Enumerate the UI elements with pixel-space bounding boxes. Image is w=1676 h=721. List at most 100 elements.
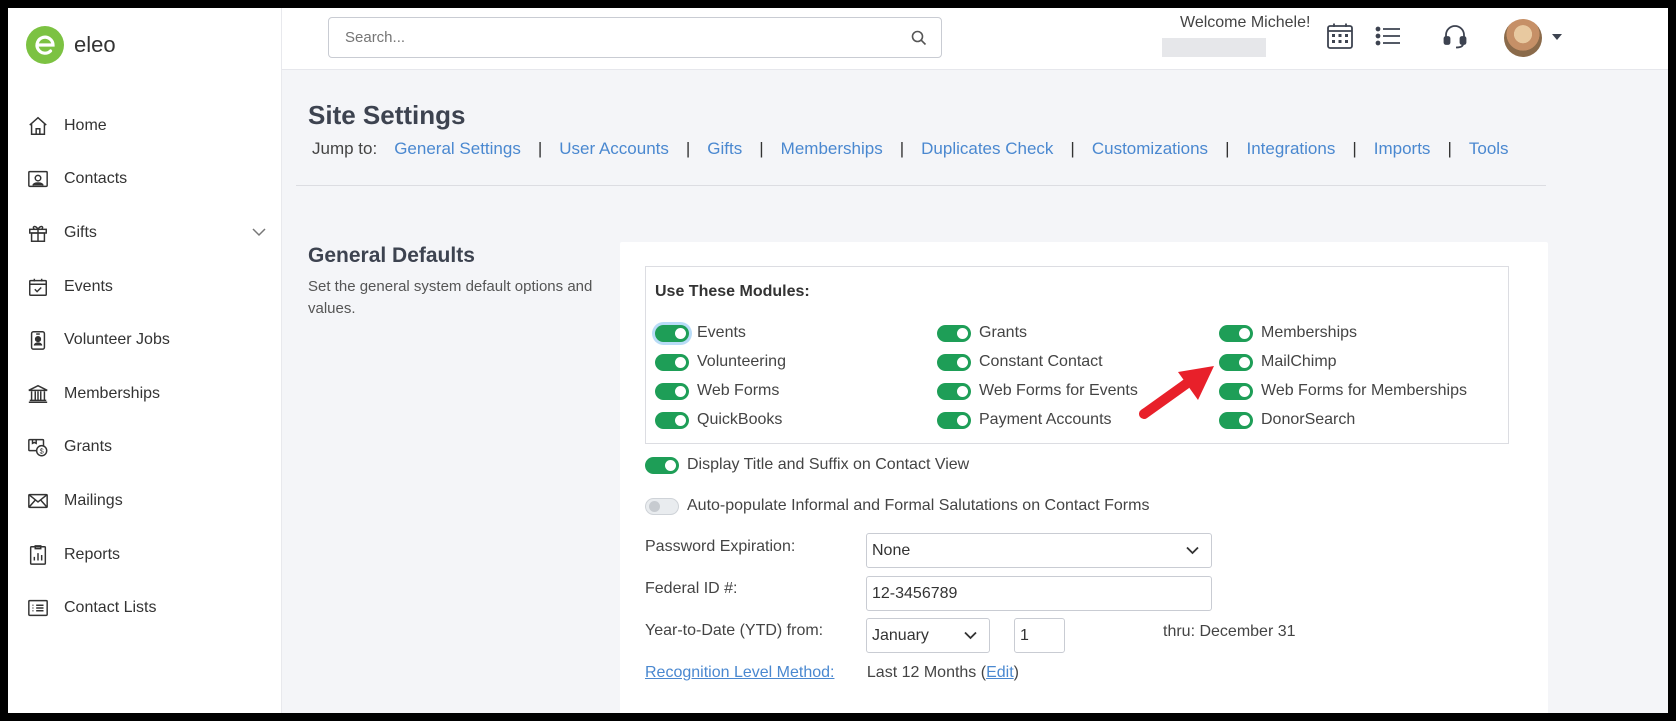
section-description: Set the general system default options a…: [308, 278, 593, 317]
module-web-forms-memberships: Web Forms for Memberships: [1219, 382, 1467, 400]
recognition-level-link[interactable]: Recognition Level Method:: [645, 664, 834, 681]
section-divider: [296, 185, 1546, 186]
federal-id-field[interactable]: 12-3456789: [866, 576, 1212, 611]
ytd-month-select[interactable]: January: [866, 618, 990, 653]
recognition-edit-link[interactable]: Edit: [986, 664, 1014, 681]
module-label: Grants: [979, 324, 1028, 341]
module-label: Memberships: [1261, 324, 1358, 341]
module-label: MailChimp: [1261, 353, 1337, 370]
jump-separator: |: [1352, 139, 1357, 158]
jump-separator: |: [685, 139, 691, 158]
home-icon: [26, 114, 50, 138]
select-value: January: [872, 626, 929, 644]
toggle-switch[interactable]: [655, 411, 689, 429]
module-events: Events: [655, 324, 746, 342]
sidebar-item-reports[interactable]: Reports: [8, 528, 282, 582]
toggle-switch[interactable]: [655, 382, 689, 400]
password-expiration-select[interactable]: None: [866, 533, 1212, 568]
jump-link-integrations[interactable]: Integrations: [1246, 139, 1335, 159]
search-box: [328, 17, 942, 58]
toggle-switch[interactable]: [937, 411, 971, 429]
jump-separator: |: [537, 139, 543, 158]
toggle-switch[interactable]: [655, 353, 689, 371]
sidebar-item-volunteer-jobs[interactable]: Volunteer Jobs: [8, 313, 282, 367]
sidebar-item-label: Mailings: [64, 491, 123, 509]
jump-link-user-accounts[interactable]: User Accounts: [559, 139, 669, 159]
jump-separator: |: [1447, 139, 1452, 158]
toggle-switch[interactable]: [1219, 353, 1253, 371]
sidebar-item-home[interactable]: Home: [8, 99, 282, 153]
sidebar: eleo Home Contacts Gifts Events Voluntee…: [8, 8, 282, 713]
sidebar-item-label: Home: [64, 116, 107, 134]
sidebar-item-grants[interactable]: $ Grants: [8, 421, 282, 475]
search-input[interactable]: [329, 18, 897, 57]
avatar[interactable]: [1504, 19, 1542, 57]
general-defaults-card: Use These Modules: Events Grants Members…: [620, 242, 1548, 713]
module-label: Events: [697, 324, 746, 341]
sidebar-item-events[interactable]: Events: [8, 260, 282, 314]
jump-link-gifts[interactable]: Gifts: [707, 139, 742, 159]
toggle-switch[interactable]: [1219, 411, 1253, 429]
jump-link-imports[interactable]: Imports: [1374, 139, 1431, 159]
chevron-down-icon[interactable]: [252, 224, 266, 242]
jump-link-duplicates-check[interactable]: Duplicates Check: [921, 139, 1053, 159]
toggle-switch[interactable]: [645, 497, 679, 515]
jump-separator: |: [759, 139, 764, 158]
sidebar-item-label: Contacts: [64, 170, 128, 188]
sidebar-item-label: Grants: [64, 438, 113, 456]
report-chart-icon: [26, 543, 50, 567]
password-expiration-label: Password Expiration:: [645, 538, 796, 555]
field-value: 12-3456789: [872, 584, 958, 602]
ytd-day-field[interactable]: 1: [1014, 618, 1065, 653]
sidebar-item-mailings[interactable]: Mailings: [8, 474, 282, 528]
sidebar-item-label: Reports: [64, 545, 121, 563]
annotation-arrow-icon: [1139, 366, 1214, 419]
grants-icon: $: [26, 435, 50, 459]
sidebar-item-label: Gifts: [64, 223, 97, 241]
toggle-switch[interactable]: [1219, 382, 1253, 400]
toggle-switch[interactable]: [655, 324, 689, 342]
app-logo[interactable]: eleo: [26, 26, 116, 64]
page-title: Site Settings: [308, 100, 466, 130]
module-payment-accounts: Payment Accounts: [937, 411, 1112, 429]
federal-id-label: Federal ID #:: [645, 580, 738, 597]
support-headset-icon[interactable]: [1439, 20, 1471, 52]
jump-link-tools[interactable]: Tools: [1469, 139, 1509, 159]
sidebar-item-memberships[interactable]: Memberships: [8, 367, 282, 421]
sidebar-item-contacts[interactable]: Contacts: [8, 153, 282, 207]
ytd-thru-text: thru: December 31: [1163, 623, 1296, 640]
jump-link-general-settings[interactable]: General Settings: [394, 139, 521, 159]
modules-title: Use These Modules:: [655, 283, 810, 300]
chevron-down-icon: [1186, 542, 1199, 560]
toggle-switch[interactable]: [1219, 324, 1253, 342]
sidebar-item-gifts[interactable]: Gifts: [8, 206, 282, 260]
module-donorsearch: DonorSearch: [1219, 411, 1355, 429]
module-label: QuickBooks: [697, 411, 783, 428]
select-value: None: [872, 541, 911, 559]
gift-icon: [26, 221, 50, 245]
module-grants: Grants: [937, 324, 1027, 342]
field-value: 1: [1020, 626, 1029, 644]
jump-link-customizations[interactable]: Customizations: [1092, 139, 1208, 159]
building-icon: [26, 382, 50, 406]
sidebar-item-contact-lists[interactable]: Contact Lists: [8, 581, 282, 635]
option-label: Display Title and Suffix on Contact View: [687, 456, 970, 473]
module-label: Web Forms: [697, 382, 780, 399]
caret-down-icon[interactable]: [1552, 28, 1562, 46]
module-volunteering: Volunteering: [655, 353, 786, 371]
toggle-switch[interactable]: [645, 456, 679, 474]
toggle-switch[interactable]: [937, 353, 971, 371]
jump-separator: |: [1225, 139, 1230, 158]
toggle-switch[interactable]: [937, 382, 971, 400]
module-web-forms: Web Forms: [655, 382, 779, 400]
top-header: Welcome Michele!: [282, 8, 1668, 70]
module-label: Volunteering: [697, 353, 786, 370]
search-icon[interactable]: [897, 30, 941, 46]
toggle-switch[interactable]: [937, 324, 971, 342]
module-label: Constant Contact: [979, 353, 1103, 370]
jump-link-memberships[interactable]: Memberships: [781, 139, 883, 159]
module-label: Web Forms for Events: [979, 382, 1138, 399]
task-list-icon[interactable]: [1372, 20, 1404, 52]
module-web-forms-events: Web Forms for Events: [937, 382, 1138, 400]
calendar-icon[interactable]: [1324, 20, 1356, 52]
